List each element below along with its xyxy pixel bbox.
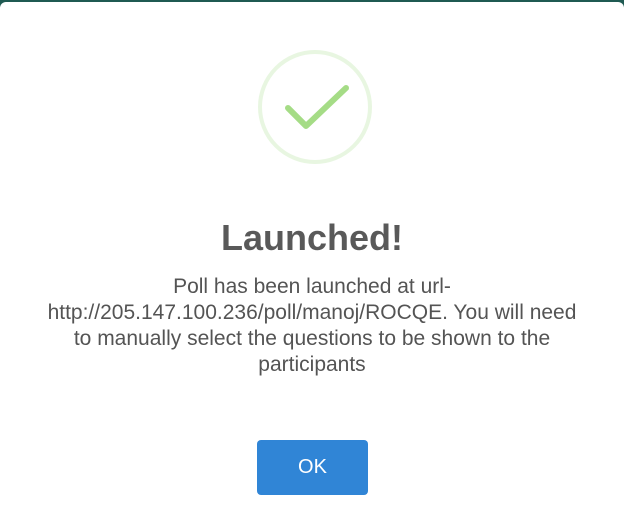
message-line: Poll has been launched at url- — [173, 275, 451, 298]
message-line: to manually select the questions to be s… — [73, 327, 551, 350]
message-line: http://205.147.100.236/poll/manoj/ROCQE.… — [47, 301, 577, 324]
success-check-icon — [258, 50, 372, 164]
ok-button[interactable]: OK — [257, 440, 368, 495]
dialog-message: Poll has been launched at url- http://20… — [22, 274, 602, 378]
launched-dialog: Launched! Poll has been launched at url-… — [0, 2, 624, 520]
dialog-title: Launched! — [220, 217, 403, 258]
message-line: participants — [258, 353, 366, 376]
